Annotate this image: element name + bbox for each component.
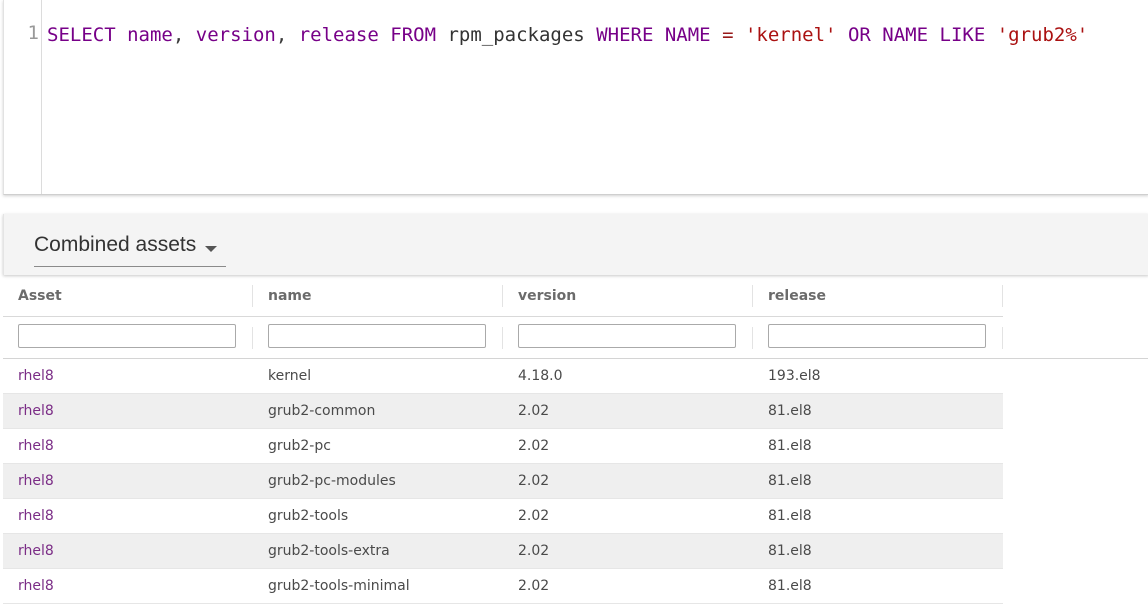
version-cell: 2.02: [518, 508, 550, 524]
table-row: rhel8 grub2-common 2.02 81.el8: [3, 394, 1003, 429]
sql-token-str: 'grub2%': [996, 24, 1089, 46]
version-cell: 2.02: [518, 438, 550, 454]
sql-token-plain: [985, 24, 996, 46]
package-name-cell: kernel: [268, 368, 312, 384]
sql-token-plain: [734, 24, 745, 46]
asset-source-select[interactable]: Combined assets: [34, 232, 226, 267]
table-row: rhel8 kernel 4.18.0 193.el8: [3, 359, 1003, 394]
asset-link[interactable]: rhel8: [18, 359, 54, 393]
sql-token-kw: OR: [847, 24, 871, 46]
sql-token-kw: release: [298, 24, 379, 46]
sql-token-plain: ,: [172, 24, 196, 46]
release-cell: 81.el8: [768, 438, 812, 454]
release-cell: 81.el8: [768, 578, 812, 594]
sql-token-plain: [585, 24, 596, 46]
version-cell: 2.02: [518, 473, 550, 489]
column-divider: [1002, 327, 1003, 349]
filter-name-input[interactable]: [268, 324, 486, 348]
results-toolbar: Combined assets: [3, 214, 1148, 275]
table-row: rhel8 grub2-tools 2.02 81.el8: [3, 499, 1003, 534]
version-cell: 4.18.0: [518, 368, 563, 384]
sql-token-var: rpm_packages: [447, 24, 585, 46]
line-number: 1: [27, 22, 39, 44]
release-cell: 81.el8: [768, 403, 812, 419]
sql-token-plain: [711, 24, 722, 46]
filter-release-input[interactable]: [768, 324, 986, 348]
column-header-name[interactable]: name: [268, 275, 312, 316]
table-row: rhel8 grub2-pc-modules 2.02 81.el8: [3, 464, 1003, 499]
sql-token-kw: WHERE: [596, 24, 654, 46]
line-gutter: 1: [4, 0, 42, 194]
release-cell: 193.el8: [768, 368, 821, 384]
version-cell: 2.02: [518, 403, 550, 419]
caret-down-icon[interactable]: [205, 246, 217, 252]
results-table: Asset name version release rhel8 kernel …: [3, 275, 1148, 604]
sql-token-plain: [116, 24, 127, 46]
column-divider[interactable]: [1002, 285, 1003, 307]
package-name-cell: grub2-tools-minimal: [268, 578, 410, 594]
package-name-cell: grub2-pc-modules: [268, 473, 396, 489]
sql-token-kw: FROM: [390, 24, 437, 46]
version-cell: 2.02: [518, 543, 550, 559]
package-name-cell: grub2-common: [268, 403, 376, 419]
release-cell: 81.el8: [768, 508, 812, 524]
asset-link[interactable]: rhel8: [18, 429, 54, 463]
table-header-row: Asset name version release: [3, 275, 1003, 317]
sql-token-plain: ,: [275, 24, 299, 46]
table-row: rhel8 grub2-tools-minimal 2.02 81.el8: [3, 569, 1003, 604]
asset-link[interactable]: rhel8: [18, 464, 54, 498]
version-cell: 2.02: [518, 578, 550, 594]
asset-link[interactable]: rhel8: [18, 569, 54, 603]
package-name-cell: grub2-pc: [268, 438, 331, 454]
column-divider[interactable]: [252, 285, 253, 307]
table-row: rhel8 grub2-pc 2.02 81.el8: [3, 429, 1003, 464]
sql-token-plain: [436, 24, 447, 46]
column-divider[interactable]: [502, 285, 503, 307]
sql-token-plain: [379, 24, 390, 46]
sql-token-str: 'kernel': [744, 24, 837, 46]
asset-link[interactable]: rhel8: [18, 394, 54, 428]
query-line[interactable]: SELECT name, version, release FROM rpm_p…: [47, 22, 1088, 48]
asset-link[interactable]: rhel8: [18, 499, 54, 533]
asset-source-select-label: Combined assets: [34, 233, 197, 256]
results-panel: Combined assets Asset name version relea…: [3, 214, 1148, 611]
sql-token-plain: [871, 24, 882, 46]
column-divider: [752, 327, 753, 349]
sql-token-kw: name: [127, 24, 173, 46]
sql-token-plain: [928, 24, 939, 46]
column-header-version[interactable]: version: [518, 275, 576, 316]
sql-token-plain: [837, 24, 848, 46]
sql-token-kw: NAME: [664, 24, 711, 46]
sql-token-kw: NAME: [882, 24, 929, 46]
filter-asset-input[interactable]: [18, 324, 236, 348]
package-name-cell: grub2-tools: [268, 508, 349, 524]
column-header-asset[interactable]: Asset: [18, 275, 62, 316]
sql-token-op: =: [722, 24, 734, 46]
column-divider: [252, 327, 253, 349]
sql-editor[interactable]: 1 SELECT name, version, release FROM rpm…: [3, 0, 1148, 195]
sql-token-kw: SELECT: [47, 24, 116, 46]
asset-link[interactable]: rhel8: [18, 534, 54, 568]
sql-token-kw: version: [195, 24, 276, 46]
sql-token-plain: [653, 24, 664, 46]
filter-version-input[interactable]: [518, 324, 736, 348]
release-cell: 81.el8: [768, 543, 812, 559]
sql-token-kw: LIKE: [939, 24, 986, 46]
column-divider[interactable]: [752, 285, 753, 307]
filter-row: [3, 317, 1148, 359]
table-row: rhel8 grub2-tools-extra 2.02 81.el8: [3, 534, 1003, 569]
release-cell: 81.el8: [768, 473, 812, 489]
column-divider: [502, 327, 503, 349]
column-header-release[interactable]: release: [768, 275, 826, 316]
package-name-cell: grub2-tools-extra: [268, 543, 390, 559]
